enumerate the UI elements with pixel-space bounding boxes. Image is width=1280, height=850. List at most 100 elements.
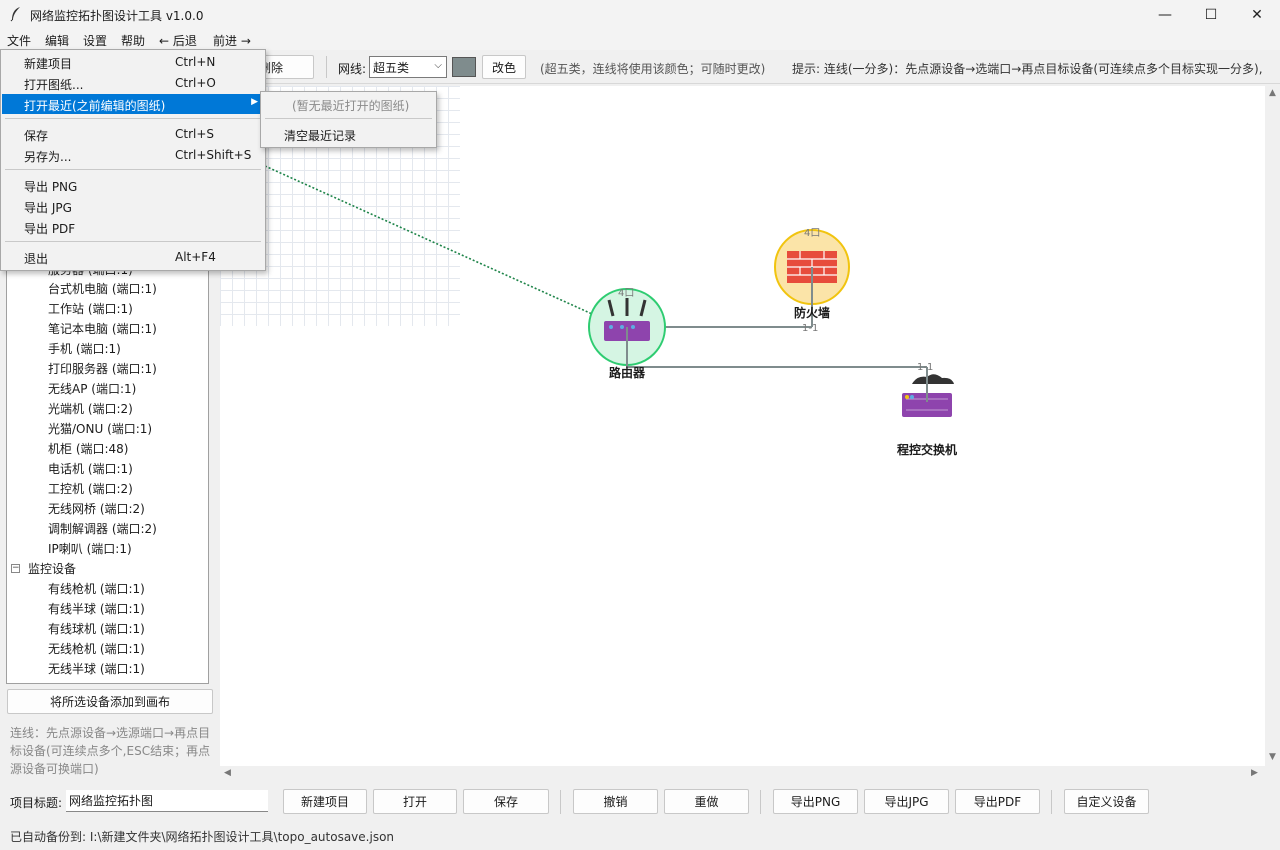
vertical-scrollbar[interactable]: ▲ ▼: [1265, 86, 1280, 766]
tree-item-device[interactable]: 电话机 (端口:1): [48, 460, 133, 477]
menu-bar: 文件 编辑 设置 帮助 ← 后退 前进 →: [0, 30, 1280, 50]
tree-item-camera[interactable]: 有线球机 (端口:1): [48, 620, 145, 637]
export-pdf-button[interactable]: 导出PDF: [955, 789, 1040, 814]
tree-item-camera[interactable]: 无线枪机 (端口:1): [48, 640, 145, 657]
menu-item-label: (暂无最近打开的图纸): [292, 99, 410, 113]
menu-item-label: 退出: [24, 252, 49, 266]
switch-led: [910, 395, 914, 399]
firewall-label[interactable]: 防火墙: [794, 304, 830, 321]
menu-separator: [265, 118, 432, 119]
dotted-link: [264, 165, 613, 324]
menu-item-save-as[interactable]: 另存为... Ctrl+Shift+S: [2, 145, 264, 165]
menu-item-label: 另存为...: [24, 150, 72, 164]
new-project-button[interactable]: 新建项目: [283, 789, 367, 814]
cable-label: 网线:: [338, 62, 367, 76]
menu-item-open-recent[interactable]: 打开最近(之前编辑的图纸) ▶: [2, 94, 264, 114]
bottom-divider: [760, 790, 761, 814]
router-led: [609, 325, 613, 329]
title-bar: 网络监控拓扑图设计工具 v1.0.0 — ☐ ✕: [0, 0, 1280, 30]
toolbar-divider: [326, 56, 327, 78]
menu-help[interactable]: 帮助: [121, 32, 145, 49]
tree-item-device[interactable]: IP喇叭 (端口:1): [48, 540, 132, 557]
tree-item-device[interactable]: 无线AP (端口:1): [48, 380, 136, 397]
maximize-button[interactable]: ☐: [1188, 0, 1234, 30]
menu-edit[interactable]: 编辑: [45, 32, 69, 49]
chevron-down-icon: ⌵: [434, 60, 442, 71]
menu-forward[interactable]: 前进 →: [213, 32, 251, 49]
tree-item-device[interactable]: 光端机 (端口:2): [48, 400, 133, 417]
tree-item-device[interactable]: 手机 (端口:1): [48, 340, 121, 357]
menu-item-export-jpg[interactable]: 导出 JPG: [2, 196, 264, 216]
submenu-arrow-icon: ▶: [251, 97, 258, 107]
menu-item-shortcut: Alt+F4: [175, 250, 216, 264]
cable-color-swatch[interactable]: [452, 57, 476, 77]
clear-recent-item[interactable]: 清空最近记录: [262, 124, 435, 144]
project-title-label: 项目标题:: [10, 796, 63, 810]
cable-type-select[interactable]: 超五类 ⌵: [369, 56, 447, 78]
router-led: [631, 325, 635, 329]
bottom-bar: 项目标题: 网络监控拓扑图 新建项目 打开 保存 撤销 重做 导出PNG 导出J…: [0, 784, 1280, 820]
collapse-icon[interactable]: −: [11, 564, 20, 573]
menu-back[interactable]: ← 后退: [159, 32, 197, 49]
menu-item-exit[interactable]: 退出 Alt+F4: [2, 247, 264, 267]
menu-item-label: 导出 PDF: [24, 222, 76, 236]
menu-separator: [5, 241, 261, 242]
scroll-up-icon[interactable]: ▲: [1269, 88, 1276, 98]
menu-item-export-png[interactable]: 导出 PNG: [2, 175, 264, 195]
undo-button[interactable]: 撤销: [573, 789, 658, 814]
scroll-left-icon[interactable]: ◀: [224, 768, 231, 778]
tree-item-camera[interactable]: 有线枪机 (端口:1): [48, 580, 145, 597]
switch-label[interactable]: 程控交换机: [897, 441, 957, 458]
export-jpg-button[interactable]: 导出JPG: [864, 789, 949, 814]
add-to-canvas-button[interactable]: 将所选设备添加到画布: [7, 689, 213, 714]
menu-item-label: 导出 JPG: [24, 201, 72, 215]
router-label[interactable]: 路由器: [609, 364, 645, 381]
tree-item-device[interactable]: 笔记本电脑 (端口:1): [48, 320, 157, 337]
recolor-button[interactable]: 改色: [482, 55, 526, 79]
tree-item-device[interactable]: 机柜 (端口:48): [48, 440, 129, 457]
custom-device-button[interactable]: 自定义设备: [1064, 789, 1149, 814]
link-label: 1-1: [802, 323, 819, 334]
tree-item-device[interactable]: 光猫/ONU (端口:1): [48, 420, 152, 437]
minimize-button[interactable]: —: [1142, 0, 1188, 30]
menu-item-shortcut: Ctrl+Shift+S: [175, 148, 252, 162]
tree-item-camera[interactable]: 无线半球 (端口:1): [48, 660, 145, 677]
status-bar: 已自动备份到: I:\新建文件夹\网络拓扑图设计工具\topo_autosave…: [10, 830, 395, 844]
menu-item-label: 清空最近记录: [284, 129, 357, 143]
cable-hint: (超五类，连线将使用该颜色；可随时更改): [540, 62, 766, 76]
open-button[interactable]: 打开: [373, 789, 457, 814]
menu-item-export-pdf[interactable]: 导出 PDF: [2, 217, 264, 237]
router-led: [620, 325, 624, 329]
connect-help-text: 连线：先点源设备→选源端口→再点目标设备(可连续点多个,ESC结束；再点源设备可…: [10, 726, 211, 776]
menu-item-save[interactable]: 保存 Ctrl+S: [2, 124, 264, 144]
scroll-down-icon[interactable]: ▼: [1269, 752, 1276, 762]
export-png-button[interactable]: 导出PNG: [773, 789, 858, 814]
bottom-divider: [560, 790, 561, 814]
tree-category-monitoring[interactable]: − 监控设备: [11, 560, 76, 577]
project-title-input[interactable]: 网络监控拓扑图: [66, 790, 268, 812]
tree-item-device[interactable]: 工控机 (端口:2): [48, 480, 133, 497]
tree-item-device[interactable]: 调制解调器 (端口:2): [48, 520, 157, 537]
bottom-divider: [1051, 790, 1052, 814]
menu-item-new[interactable]: 新建项目 Ctrl+N: [2, 52, 264, 72]
tree-item-device[interactable]: 台式机电脑 (端口:1): [48, 280, 157, 297]
menu-item-label: 导出 PNG: [24, 180, 78, 194]
scroll-right-icon[interactable]: ▶: [1251, 768, 1258, 778]
redo-button[interactable]: 重做: [664, 789, 749, 814]
close-button[interactable]: ✕: [1234, 0, 1280, 30]
menu-file[interactable]: 文件: [7, 32, 31, 49]
window-title: 网络监控拓扑图设计工具 v1.0.0: [30, 9, 204, 23]
save-button[interactable]: 保存: [463, 789, 549, 814]
tree-item-device[interactable]: 工作站 (端口:1): [48, 300, 133, 317]
menu-item-open[interactable]: 打开图纸... Ctrl+O: [2, 73, 264, 93]
menu-item-label: 打开图纸...: [24, 78, 84, 92]
recent-empty-item: (暂无最近打开的图纸): [262, 94, 435, 114]
tree-item-camera[interactable]: 有线半球 (端口:1): [48, 600, 145, 617]
menu-settings[interactable]: 设置: [83, 32, 107, 49]
link-label: 1-1: [917, 362, 934, 373]
topology-canvas[interactable]: 4口 路由器 4口 防火墙 1-1 1-1 程控交换机: [220, 86, 1265, 766]
tree-item-device[interactable]: 无线网桥 (端口:2): [48, 500, 145, 517]
tree-item-device[interactable]: 打印服务器 (端口:1): [48, 360, 157, 377]
horizontal-scrollbar[interactable]: ◀ ▶: [220, 766, 1265, 781]
file-menu: 新建项目 Ctrl+N 打开图纸... Ctrl+O 打开最近(之前编辑的图纸)…: [0, 49, 266, 271]
